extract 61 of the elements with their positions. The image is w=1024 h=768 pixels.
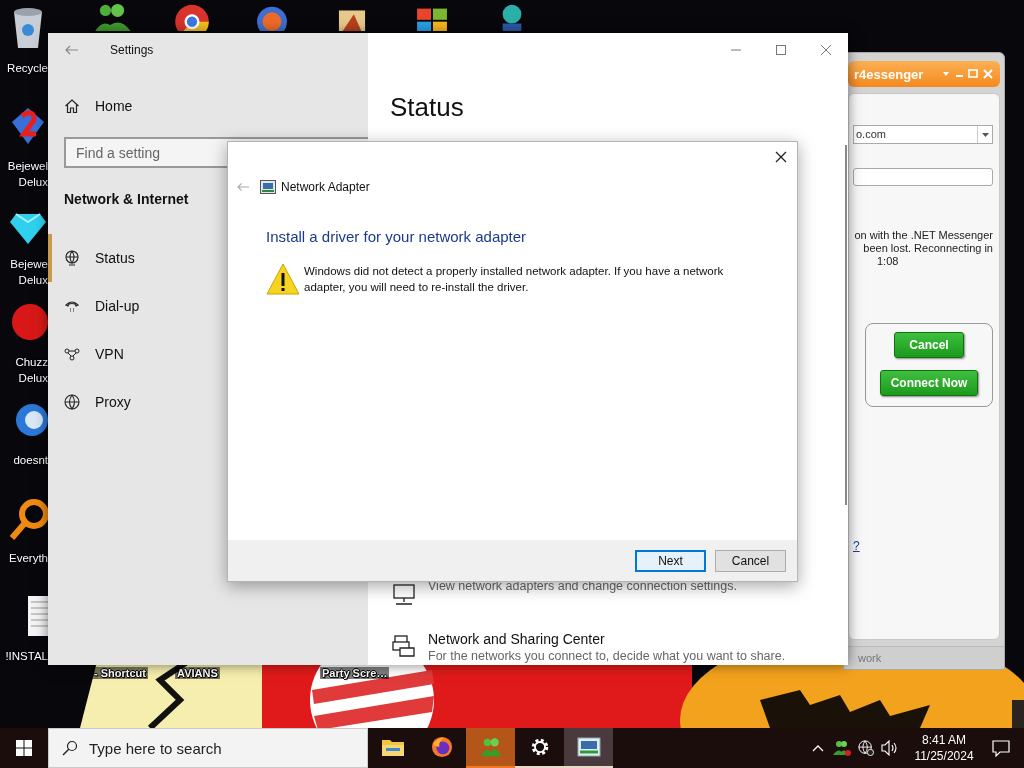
icon-label: Delux <box>18 371 48 386</box>
icon-label: Everyth <box>9 551 48 566</box>
icon-label: Delux <box>18 273 48 288</box>
nav-item[interactable]: VPN <box>48 330 368 378</box>
icon-label: Party Scre… <box>320 667 390 679</box>
option-description: For the networks you connect to, decide what you want to share. <box>428 648 786 665</box>
windows-icon <box>16 740 32 756</box>
clock-time[interactable]: 8:41 AM <box>922 732 966 748</box>
icon-label: - Shortcut <box>92 667 148 679</box>
maximize-icon <box>775 44 786 55</box>
monitor-icon <box>392 582 416 606</box>
next-button[interactable]: Next <box>635 549 706 572</box>
close-icon <box>820 44 831 55</box>
magnifier-icon[interactable] <box>8 496 48 540</box>
home-icon <box>64 98 80 114</box>
scroll-bar[interactable] <box>845 145 847 505</box>
globe-icon <box>64 394 80 410</box>
password-field[interactable] <box>853 168 993 186</box>
network-adapter-icon <box>576 736 601 758</box>
status-message: 1:08 <box>877 255 899 268</box>
people-icon <box>478 736 503 758</box>
status-text: work <box>858 652 882 664</box>
nav-item[interactable]: Proxy <box>48 378 368 426</box>
network-adapter-icon <box>260 180 276 194</box>
account-dropdown[interactable]: o.com <box>853 125 993 144</box>
clock-date[interactable]: 11/25/2024 <box>914 748 974 764</box>
icon-label: Recycle <box>7 61 48 76</box>
icon-label: !INSTAL <box>5 649 48 664</box>
icon-label: AVIANS <box>175 667 220 679</box>
people-icon[interactable] <box>833 740 851 756</box>
back-arrow-icon[interactable] <box>65 44 79 55</box>
globe-icon[interactable] <box>857 740 875 756</box>
globe-icon <box>64 250 80 266</box>
speaker-icon[interactable] <box>881 740 899 756</box>
icon-label: Chuzz <box>15 355 48 370</box>
caret-icon <box>981 132 989 137</box>
vpn-icon <box>64 346 80 362</box>
icon-label: Delux <box>18 175 48 190</box>
icon-label: doesnt <box>13 453 48 468</box>
icon-label: Bejewe <box>10 257 48 272</box>
phone-icon <box>64 298 80 314</box>
home-link[interactable]: Home <box>48 90 368 122</box>
section-heading: Network & Internet <box>64 190 190 208</box>
icon-label: Bejewel <box>7 159 48 174</box>
window-title: r4essenger <box>854 66 924 82</box>
search-icon <box>62 740 78 756</box>
option-link[interactable]: Network and Sharing Center <box>428 630 786 648</box>
fox-globe-icon <box>429 736 454 758</box>
search-field[interactable]: Type here to search <box>48 728 368 768</box>
window-title: Settings <box>110 42 154 57</box>
help-link[interactable]: ? <box>853 539 993 553</box>
cancel-button[interactable]: Cancel <box>715 549 786 572</box>
status-message: on with the .NET Messenger <box>854 229 993 242</box>
page-title: Status <box>390 92 465 122</box>
close-icon <box>775 151 787 163</box>
notification-icon[interactable] <box>992 739 1010 757</box>
printer-icon <box>392 634 416 658</box>
dialog-title: Network Adapter <box>281 180 370 194</box>
status-message: been lost. Reconnecting in <box>863 242 993 255</box>
warning-icon <box>266 263 300 295</box>
option-description: View network adapters and change connection settings. <box>428 578 737 595</box>
